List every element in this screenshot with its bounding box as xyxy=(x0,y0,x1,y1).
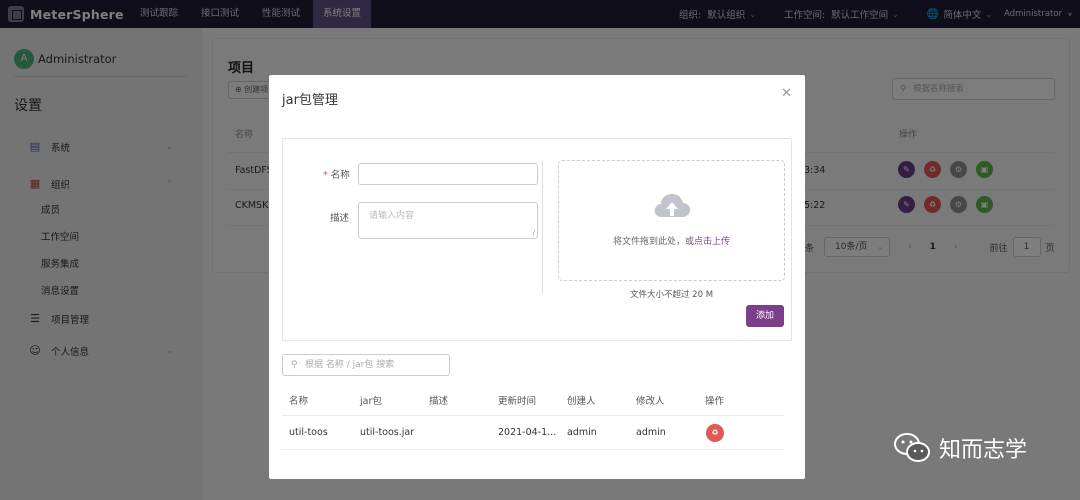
jar-management-dialog: jar包管理 ✕ * 名称 描述 请输入内容 ∕ 将文件拖到此处，或点击上传 文件… xyxy=(269,75,805,479)
table-cell-modifier: admin xyxy=(636,427,666,438)
column-header-modifier: 修改人 xyxy=(636,396,665,407)
name-label: * 名称 xyxy=(323,167,350,181)
watermark: 知而志学 xyxy=(893,432,1027,464)
required-mark: * xyxy=(323,170,328,181)
divider xyxy=(282,415,784,416)
column-header-creator: 创建人 xyxy=(567,396,596,407)
jar-upload-form: * 名称 描述 请输入内容 ∕ 将文件拖到此处，或点击上传 文件大小不超过 20 … xyxy=(282,138,792,341)
divider xyxy=(542,161,543,294)
table-cell-creator: admin xyxy=(567,427,597,438)
jar-search-placeholder: 根据 名称 / jar包 搜索 xyxy=(305,360,395,370)
name-input[interactable] xyxy=(358,163,538,185)
dialog-title: jar包管理 xyxy=(282,93,338,108)
upload-size-tip: 文件大小不超过 20 M xyxy=(629,290,714,300)
column-header-jar: jar包 xyxy=(360,396,382,407)
cloud-upload-icon xyxy=(654,194,691,217)
name-label-text: 名称 xyxy=(330,170,350,181)
description-label: 描述 xyxy=(330,213,350,224)
watermark-text: 知而志学 xyxy=(939,438,1028,463)
search-icon: ⚲ xyxy=(291,360,298,370)
delete-icon[interactable]: ♻ xyxy=(706,424,724,442)
column-header-description: 描述 xyxy=(429,396,449,407)
column-header-updated: 更新时间 xyxy=(498,396,537,407)
description-textarea[interactable]: 请输入内容 ∕ xyxy=(358,202,538,239)
table-cell-updated: 2021-04-1... xyxy=(498,427,557,438)
close-icon[interactable]: ✕ xyxy=(781,86,792,101)
description-placeholder: 请输入内容 xyxy=(369,211,415,221)
upload-hint: 将文件拖到此处，或点击上传 xyxy=(559,234,784,247)
upload-hint-text: 将文件拖到此处，或 xyxy=(612,237,694,247)
divider xyxy=(282,449,784,450)
wechat-icon xyxy=(894,433,930,462)
table-cell-name: util-toos xyxy=(289,427,328,438)
resize-handle-icon[interactable]: ∕ xyxy=(533,229,535,237)
click-upload-link[interactable]: 点击上传 xyxy=(694,237,730,247)
table-cell-jar: util-toos.jar xyxy=(360,427,415,438)
add-button[interactable]: 添加 xyxy=(746,305,784,327)
jar-search-input[interactable]: ⚲ 根据 名称 / jar包 搜索 xyxy=(282,354,450,376)
column-header-operations: 操作 xyxy=(705,396,725,407)
upload-dropzone[interactable]: 将文件拖到此处，或点击上传 xyxy=(558,160,785,281)
column-header-name: 名称 xyxy=(289,396,309,407)
